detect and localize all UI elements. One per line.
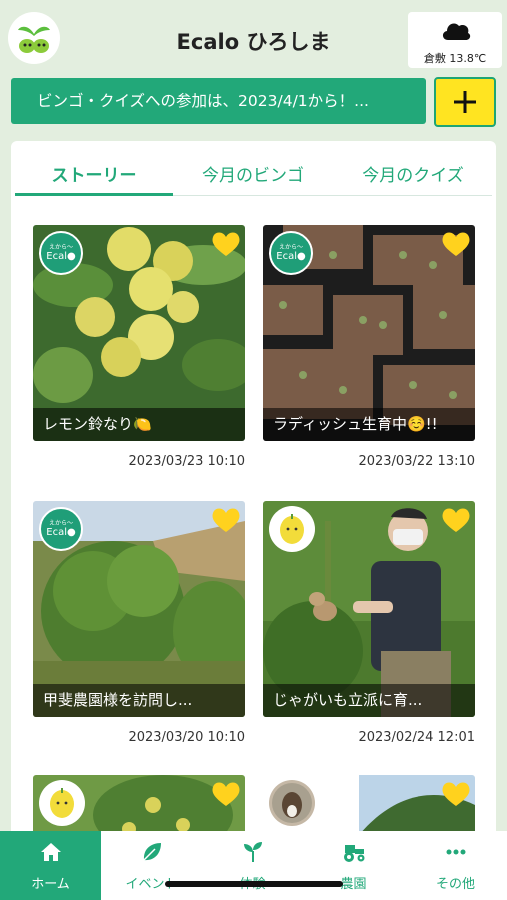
badge-big-text: Ecal● <box>46 526 76 538</box>
badge-big-text: Ecal● <box>276 250 306 262</box>
story-card[interactable]: じゃがいも立派に育... <box>263 501 475 717</box>
plus-icon <box>454 91 476 113</box>
story-caption: 甲斐農園様を訪問し... <box>33 684 245 717</box>
ecalo-badge: えから～ Ecal● <box>39 507 83 551</box>
story-date: 2023/02/24 12:01 <box>358 730 475 745</box>
badge-small-text: えから～ <box>48 243 73 251</box>
goat-avatar <box>269 780 315 826</box>
story-card[interactable]: えから～ Ecal● ラディッシュ生育中☺️!! <box>263 225 475 441</box>
badge-big-text: Ecal● <box>46 250 76 262</box>
badge-small-text: えから～ <box>48 519 73 527</box>
content-panel: ストーリー 今月のビンゴ 今月のクイズ えから～ Ecal● レモン鈴なり🍋 2… <box>11 141 496 881</box>
story-caption: レモン鈴なり🍋 <box>33 408 245 441</box>
home-icon <box>40 843 61 861</box>
story-date: 2023/03/22 13:10 <box>358 454 475 469</box>
story-date: 2023/03/23 10:10 <box>128 454 245 469</box>
story-card[interactable]: えから～ Ecal● 甲斐農園様を訪問し... <box>33 501 245 717</box>
heart-icon[interactable] <box>211 231 241 257</box>
tab-experience[interactable]: 体験 <box>202 831 303 900</box>
tab-stories[interactable]: ストーリー <box>15 161 173 186</box>
bottom-tab-bar: ホーム イベント 体験 農園 その他 <box>0 831 507 900</box>
weather-widget[interactable]: 倉敷 13.8℃ <box>408 12 502 68</box>
ecalo-badge: えから～ Ecal● <box>39 231 83 275</box>
tab-event[interactable]: イベント <box>101 831 202 900</box>
tab-more-label: その他 <box>435 877 475 892</box>
cloud-icon <box>442 23 471 40</box>
sprout-icon <box>243 842 262 862</box>
heart-icon[interactable] <box>211 507 241 533</box>
app-header: Ecalo ひろしま 倉敷 13.8℃ <box>0 0 507 78</box>
announcement-banner[interactable]: ビンゴ・クイズへの参加は、2023/4/1から！... <box>11 78 426 124</box>
weather-text: 倉敷 13.8℃ <box>423 52 487 65</box>
tab-more[interactable]: その他 <box>404 831 507 900</box>
tab-home-label: ホーム <box>31 877 70 892</box>
tractor-icon <box>343 845 364 862</box>
story-date: 2023/03/20 10:10 <box>128 730 245 745</box>
active-tab-indicator <box>15 193 173 196</box>
story-caption: じゃがいも立派に育... <box>263 684 475 717</box>
heart-icon[interactable] <box>441 231 471 257</box>
add-button[interactable] <box>434 77 496 127</box>
ecalo-badge: えから～ Ecal● <box>269 231 313 275</box>
tab-bingo[interactable]: 今月のビンゴ <box>173 161 333 186</box>
story-card[interactable]: えから～ Ecal● レモン鈴なり🍋 <box>33 225 245 441</box>
tab-farm[interactable]: 農園 <box>303 831 404 900</box>
tab-bar: ストーリー 今月のビンゴ 今月のクイズ <box>11 141 496 199</box>
story-caption: ラディッシュ生育中☺️!! <box>263 408 475 441</box>
badge-small-text: えから～ <box>278 243 303 251</box>
tab-home[interactable]: ホーム <box>0 831 101 900</box>
heart-icon[interactable] <box>211 781 241 807</box>
tab-quiz[interactable]: 今月のクイズ <box>333 161 493 186</box>
more-icon <box>446 849 465 855</box>
home-indicator[interactable] <box>165 881 343 887</box>
heart-icon[interactable] <box>441 507 471 533</box>
heart-icon[interactable] <box>441 781 471 807</box>
leaf-icon <box>142 843 161 861</box>
lemon-avatar <box>269 506 315 552</box>
lemon-avatar <box>39 780 85 826</box>
